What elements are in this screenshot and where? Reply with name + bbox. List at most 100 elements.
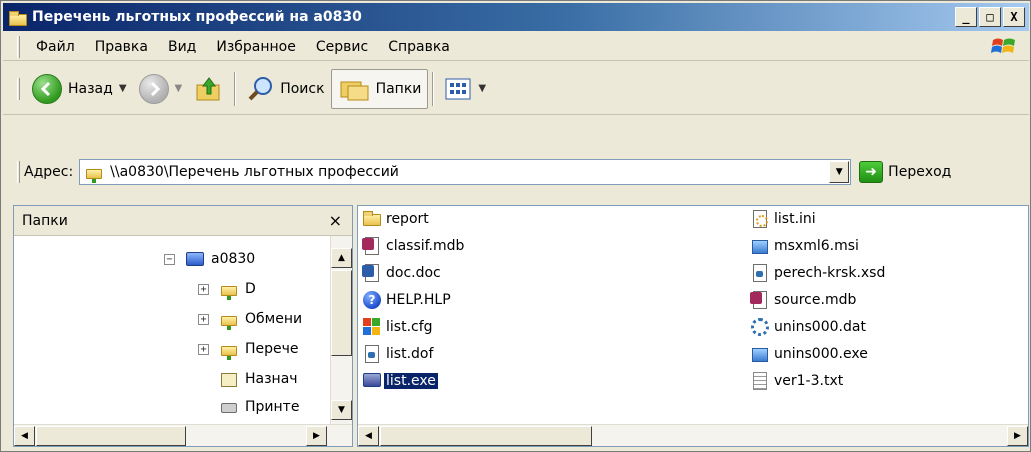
windows-logo-icon — [991, 38, 1015, 53]
scrollbar-thumb[interactable] — [331, 270, 352, 356]
file-item[interactable]: unins000.exe — [750, 343, 870, 365]
search-icon — [248, 76, 273, 100]
file-item[interactable]: list.exe — [362, 370, 438, 392]
address-input[interactable]: \\a0830\Перечень льготных профессий ▼ — [79, 159, 852, 185]
chevron-down-icon[interactable]: ▼ — [478, 83, 486, 94]
tree-item-label: Принте — [245, 399, 300, 415]
network-folder-icon — [84, 163, 104, 183]
go-arrow-icon: ➜ — [859, 161, 884, 183]
toolbar-grip[interactable] — [17, 161, 20, 183]
tree-expander[interactable]: − — [164, 253, 175, 265]
views-button[interactable]: ▼ — [438, 69, 492, 109]
menu-edit[interactable]: Правка — [85, 39, 158, 55]
folders-icon — [340, 81, 369, 100]
files-horizontal-scrollbar[interactable]: ◀ ▶ — [358, 424, 1028, 446]
menu-favorites[interactable]: Избранное — [206, 39, 306, 55]
menu-file[interactable]: Файл — [26, 39, 85, 55]
chevron-down-icon[interactable]: ▼ — [175, 83, 183, 94]
menu-help[interactable]: Справка — [378, 39, 460, 55]
scroll-left-button[interactable]: ◀ — [14, 426, 35, 446]
folders-vertical-scrollbar[interactable]: ▲ ▼ — [330, 236, 352, 426]
explorer-window: Перечень льготных профессий на a0830 _ □… — [0, 0, 1031, 452]
go-button[interactable]: ➜ Переход — [859, 161, 951, 183]
tree-expander[interactable]: + — [198, 343, 209, 355]
tree-item[interactable]: Принте — [219, 396, 299, 418]
access-db-icon — [750, 290, 770, 310]
scroll-right-button[interactable]: ▶ — [1007, 426, 1028, 446]
scheduled-tasks-icon — [219, 370, 239, 388]
forward-button[interactable]: ▼ — [133, 69, 189, 109]
menu-bar: Файл Правка Вид Избранное Сервис Справка — [3, 33, 1029, 61]
scroll-left-button[interactable]: ◀ — [358, 426, 379, 446]
close-icon[interactable]: × — [329, 211, 342, 230]
folder-icon — [8, 9, 27, 26]
window-title: Перечень льготных профессий на a0830 — [32, 9, 362, 25]
file-item[interactable]: classif.mdb — [362, 235, 466, 257]
file-item[interactable]: msxml6.msi — [750, 235, 861, 257]
tree-item[interactable]: + D — [198, 278, 256, 300]
file-name: unins000.exe — [774, 346, 868, 362]
tree-item[interactable]: − a0830 — [164, 248, 255, 270]
file-item[interactable]: source.mdb — [750, 289, 858, 311]
access-db-icon — [362, 236, 382, 256]
scroll-right-button[interactable]: ▶ — [306, 426, 327, 446]
file-item[interactable]: list.cfg — [362, 316, 435, 338]
address-dropdown-button[interactable]: ▼ — [829, 161, 850, 183]
file-name: classif.mdb — [386, 238, 465, 254]
file-item[interactable]: perech-krsk.xsd — [750, 262, 887, 284]
file-item[interactable]: list.dof — [362, 343, 435, 365]
network-folder-icon — [219, 280, 239, 300]
maximize-button[interactable]: □ — [979, 7, 1001, 27]
search-button[interactable]: Поиск — [240, 69, 330, 109]
up-button[interactable] — [188, 69, 230, 109]
file-name: msxml6.msi — [774, 238, 859, 254]
minimize-button[interactable]: _ — [955, 7, 977, 27]
folders-pane-header: Папки × — [14, 206, 352, 236]
tree-item-label: Перече — [245, 341, 299, 357]
text-file-icon — [750, 371, 770, 391]
search-label: Поиск — [280, 80, 325, 97]
tree-expander[interactable]: + — [198, 313, 209, 325]
back-arrow-icon — [32, 73, 62, 104]
scroll-up-button[interactable]: ▲ — [331, 248, 352, 268]
scrollbar-thumb[interactable] — [380, 426, 592, 446]
folders-button[interactable]: Папки — [330, 68, 429, 109]
file-item[interactable]: ver1-3.txt — [750, 370, 845, 392]
file-item[interactable]: list.ini — [750, 208, 818, 230]
close-button[interactable]: X — [1003, 7, 1025, 27]
file-item[interactable]: report — [362, 208, 431, 230]
tree-item[interactable]: + Перече — [198, 338, 299, 360]
scroll-down-button[interactable]: ▼ — [331, 400, 352, 420]
toolbar-grip[interactable] — [17, 35, 20, 58]
back-button[interactable]: Назад ▼ — [26, 69, 133, 109]
file-name: perech-krsk.xsd — [774, 265, 886, 281]
title-bar[interactable]: Перечень льготных профессий на a0830 _ □… — [3, 3, 1029, 31]
toolbar-grip[interactable] — [17, 77, 20, 100]
window-controls: _ □ X — [955, 7, 1025, 27]
file-item[interactable]: unins000.dat — [750, 316, 868, 338]
dof-file-icon — [362, 344, 382, 364]
menu-tools[interactable]: Сервис — [306, 39, 378, 55]
file-name: list.ini — [774, 211, 816, 227]
chevron-down-icon[interactable]: ▼ — [119, 83, 127, 94]
folders-pane-title: Папки — [22, 212, 68, 229]
file-name: ver1-3.txt — [774, 373, 844, 389]
computer-icon — [185, 250, 205, 268]
folders-horizontal-scrollbar[interactable]: ◀ ▶ — [14, 424, 352, 446]
file-name: doc.doc — [386, 265, 441, 281]
menu-view[interactable]: Вид — [158, 39, 206, 55]
file-item[interactable]: doc.doc — [362, 262, 443, 284]
word-doc-icon — [362, 263, 382, 283]
scrollbar-thumb[interactable] — [36, 426, 186, 446]
folders-label: Папки — [375, 80, 422, 97]
go-label: Переход — [888, 164, 952, 180]
forward-arrow-icon — [138, 73, 169, 104]
folders-pane: Папки × − a0830 + D + Обмени + Перече На… — [13, 205, 353, 447]
tree-item[interactable]: Назнач — [219, 368, 298, 390]
file-item[interactable]: ? HELP.HLP — [362, 289, 453, 311]
tree-expander[interactable]: + — [198, 283, 209, 295]
file-name: source.mdb — [774, 292, 857, 308]
folder-icon — [362, 209, 382, 229]
file-name: unins000.dat — [774, 319, 866, 335]
tree-item[interactable]: + Обмени — [198, 308, 302, 330]
